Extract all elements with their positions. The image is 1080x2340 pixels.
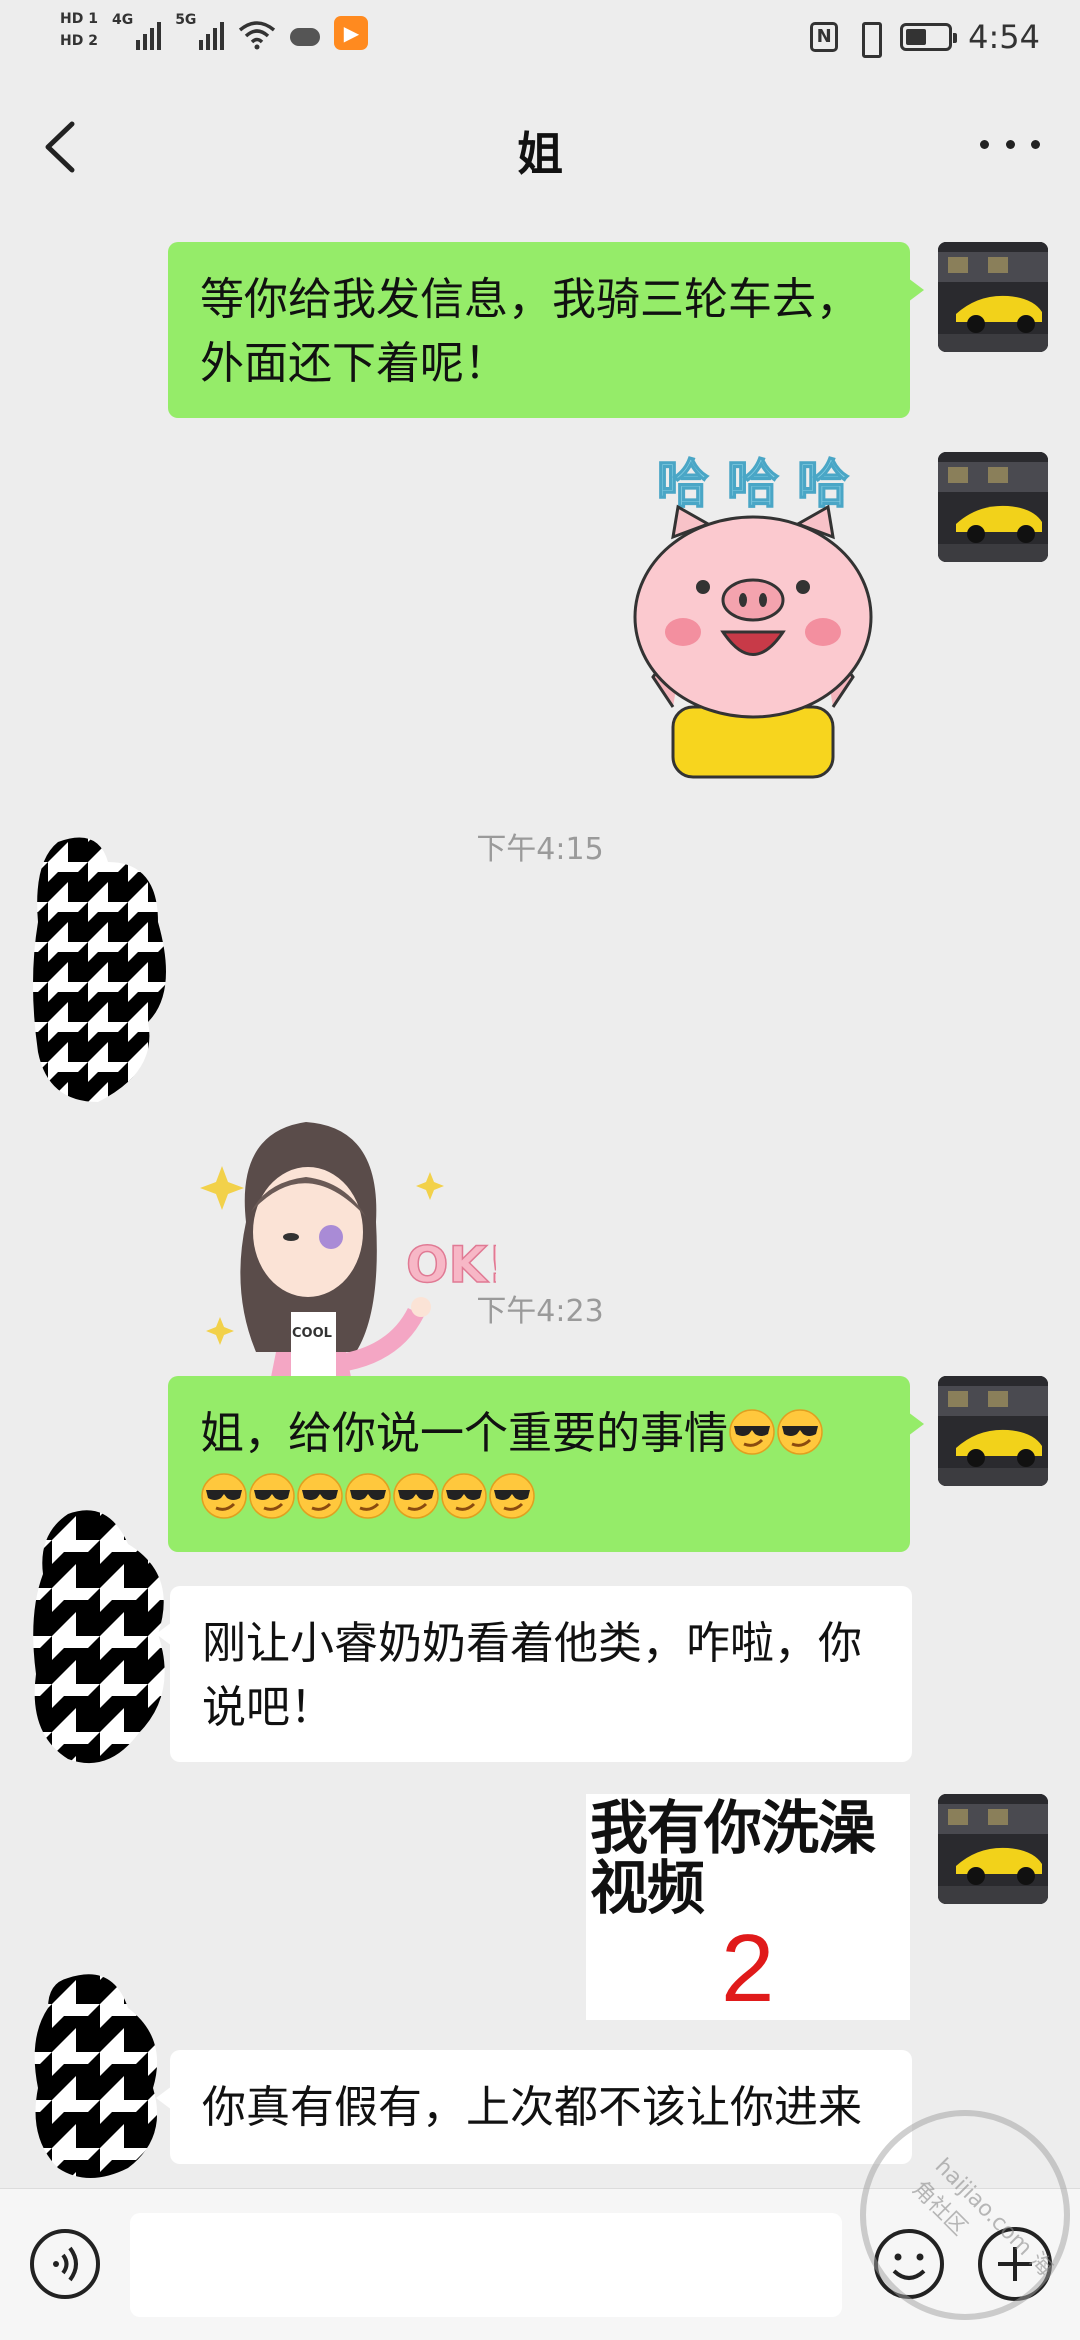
smirk-sunglasses-emoji-icon <box>776 1408 824 1456</box>
contact-avatar[interactable] <box>28 1968 178 2188</box>
girl-ok-sticker[interactable]: OK! COOL <box>196 932 496 1452</box>
status-bar: HD 1 HD 2 4G 5G ▶ N 4:54 <box>0 0 1080 82</box>
smirk-sunglasses-emoji-icon <box>344 1472 392 1520</box>
pig-sticker[interactable]: 哈 哈 哈 <box>618 452 888 780</box>
smirk-sunglasses-emoji-icon <box>392 1472 440 1520</box>
watermark-text: haijiao.com 海角社区 <box>907 2153 1058 2282</box>
my-message-bubble[interactable]: 等你给我发信息，我骑三轮车去，外面还下着呢！ <box>168 242 924 418</box>
smirk-sunglasses-emoji-icon <box>488 1472 536 1520</box>
status-time: 4:54 <box>968 18 1040 56</box>
more-icon[interactable] <box>980 134 1040 154</box>
smirk-sunglasses-emoji-icon <box>440 1472 488 1520</box>
smirk-sunglasses-emoji-icon <box>248 1472 296 1520</box>
message-input[interactable] <box>130 2213 842 2317</box>
vibrate-icon <box>854 22 884 58</box>
my-avatar[interactable] <box>938 452 1048 562</box>
status-left: HD 1 HD 2 4G 5G ▶ <box>60 10 369 50</box>
timestamp: 下午4:23 <box>476 1294 604 1329</box>
image-message[interactable]: 我有你洗澡 视频 2 <box>586 1794 910 2022</box>
my-avatar[interactable] <box>938 1794 1048 1904</box>
message-list[interactable]: 等你给我发信息，我骑三轮车去，外面还下着呢！ 哈 哈 哈 下午4:15 OK C… <box>0 212 1080 2188</box>
smirk-sunglasses-emoji-icon <box>200 1472 248 1520</box>
app-notification-icon: ▶ <box>334 16 369 50</box>
message-text: 姐，给你说一个重要的事情 <box>200 1408 728 1459</box>
wifi-icon <box>239 21 276 50</box>
chat-header: 姐 <box>0 82 1080 212</box>
chat-title: 姐 <box>517 127 563 181</box>
message-text: 刚让小睿奶奶看着他类，咋啦，你说吧！ <box>202 1618 862 1733</box>
contact-message-bubble[interactable]: 刚让小睿奶奶看着他类，咋啦，你说吧！ <box>156 1586 912 1762</box>
status-right: N 4:54 <box>810 18 1040 58</box>
image-number: 2 <box>721 1915 775 2022</box>
contact-avatar[interactable] <box>28 832 178 1112</box>
sim2-label: HD 2 <box>60 33 98 49</box>
sim1-label: HD 1 <box>60 11 98 27</box>
signal-4g-icon: 4G <box>111 10 162 50</box>
net1-label: 4G <box>111 12 134 28</box>
car-avatar-image <box>938 242 1048 352</box>
voice-icon[interactable] <box>28 2227 102 2301</box>
cloud-icon <box>290 28 321 46</box>
sim-labels: HD 1 HD 2 <box>60 10 98 50</box>
signal-5g-icon: 5G <box>175 10 225 50</box>
nfc-icon: N <box>810 22 839 52</box>
battery-icon <box>900 23 958 51</box>
watermark: haijiao.com 海角社区 <box>860 2110 1070 2320</box>
chat-screen: HD 1 HD 2 4G 5G ▶ N 4:54 姐 等你给我发信息，我骑三轮车… <box>0 0 1080 2340</box>
my-message-bubble[interactable]: 姐，给你说一个重要的事情 <box>168 1376 924 1552</box>
my-avatar[interactable] <box>938 242 1048 352</box>
my-avatar[interactable] <box>938 1376 1048 1486</box>
image-text-line1: 我有你洗澡 视频 <box>590 1794 876 1922</box>
car-avatar-image <box>938 452 1048 562</box>
smirk-sunglasses-emoji-icon <box>296 1472 344 1520</box>
message-text: 你真有假有，上次都不该让你进来 <box>202 2082 862 2133</box>
message-text: 等你给我发信息，我骑三轮车去，外面还下着呢！ <box>200 274 860 389</box>
car-avatar-image <box>938 1376 1048 1486</box>
contact-message-bubble[interactable]: 你真有假有，上次都不该让你进来 <box>156 2050 912 2164</box>
car-avatar-image <box>938 1794 1048 1904</box>
sticker-caption: 哈 哈 哈 <box>657 455 849 515</box>
net2-label: 5G <box>175 12 197 28</box>
smirk-sunglasses-emoji-icon <box>728 1408 776 1456</box>
